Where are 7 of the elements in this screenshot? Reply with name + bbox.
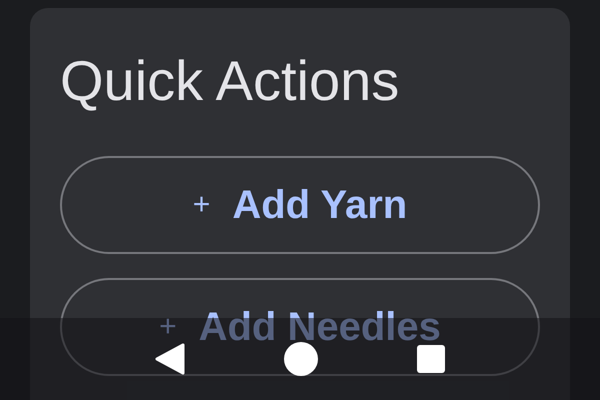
plus-icon: + [159, 310, 177, 344]
recents-icon[interactable] [417, 345, 446, 373]
add-button[interactable]: + Add Yarn [60, 156, 540, 254]
back-icon[interactable] [154, 343, 185, 375]
home-icon[interactable] [284, 342, 318, 376]
section-title: Quick Actions [60, 48, 400, 114]
plus-icon: + [192, 188, 210, 222]
